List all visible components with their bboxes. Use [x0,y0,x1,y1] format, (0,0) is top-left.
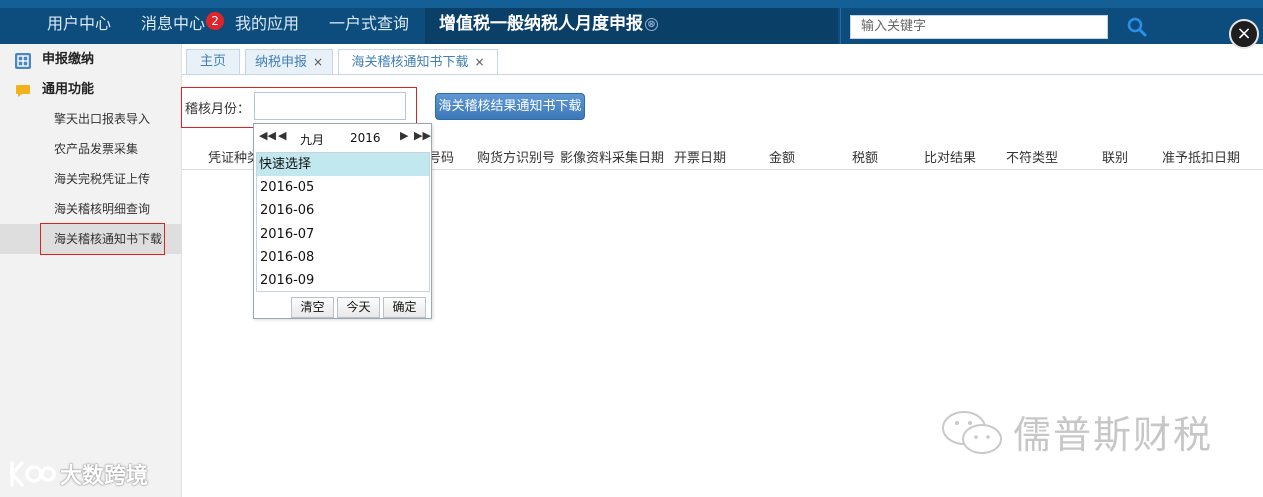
picker-today-button[interactable]: 今天 [337,297,380,318]
chat-bubble-icon [16,85,30,97]
window-close-button[interactable]: × [1229,19,1259,49]
quick-option[interactable]: 2016-06 [257,199,429,222]
nav-one-stop-query[interactable]: 一户式查询 [329,8,409,44]
nav-message-center-label: 消息中心 [141,14,206,33]
nav-my-apps-label: 我的应用 [235,14,300,33]
search-icon[interactable] [1127,17,1147,37]
nav-active-tab-label: 增值税一般纳税人月度申报 [439,14,643,34]
nav-divider [840,8,841,44]
column-amount: 金额 [769,151,796,166]
search-input[interactable]: 输入关键字 [850,15,1108,39]
brand-watermark-right: 儒普斯财税 [1013,413,1214,457]
tab-customs-notice-label: 海关稽核通知书下载 [351,55,469,70]
sidebar-item-qingtian-import[interactable]: 擎天出口报表导入 [0,104,182,134]
column-image-date: 影像资料采集日期 [560,151,665,166]
sidebar-item-agri-invoice[interactable]: 农产品发票采集 [0,134,182,164]
tab-customs-notice-download[interactable]: 海关稽核通知书下载 × [338,49,498,75]
active-item-highlight-box [40,223,165,255]
tab-close-icon[interactable]: × [313,55,323,69]
sidebar-group-common[interactable]: 通用功能 [0,76,182,104]
picker-year-label[interactable]: 2016 [350,131,381,145]
wechat-watermark-icon [942,411,1002,454]
column-copy-type: 联别 [1102,151,1129,166]
quick-option[interactable]: 2016-07 [257,223,429,246]
top-navigation-bar: 用户中心 消息中心 2 我的应用 一户式查询 增值税一般纳税人月度申报 ⊗ 输入关键… [0,0,1263,44]
column-invoice-date: 开票日期 [674,151,727,166]
next-year-button[interactable]: ▶▶ [414,129,431,142]
quick-select-header: 快速选择 [257,153,429,176]
audit-month-label: 稽核月份： [185,102,251,117]
month-picker-popup: ◀◀ ◀ 九月 2016 ▶ ▶▶ 快速选择 2016-05 2016-06 2… [253,123,432,319]
brand-watermark-left: 大数跨境 [60,464,149,489]
next-month-button[interactable]: ▶ [400,129,408,142]
tab-home[interactable]: 主页 [186,49,240,74]
quick-option[interactable]: 2016-05 [257,176,429,199]
message-count-badge: 2 [206,12,225,30]
sidebar: 申报缴纳 通用功能 擎天出口报表导入 农产品发票采集 海关完税凭证上传 海关稽核… [0,44,182,497]
tab-close-icon[interactable]: × [474,55,484,69]
prev-year-button[interactable]: ◀◀ [259,129,276,142]
tab-underline [182,74,1263,75]
nav-user-center[interactable]: 用户中心 [47,8,111,44]
tab-tax-declaration[interactable]: 纳税申报 × [245,49,333,74]
audit-month-input[interactable] [254,92,406,120]
quick-option[interactable]: 2016-09 [257,269,429,292]
sidebar-item-customs-detail-query[interactable]: 海关稽核明细查询 [0,194,182,224]
column-deduction-date: 准予抵扣日期 [1162,151,1241,166]
sidebar-item-customs-voucher-upload[interactable]: 海关完税凭证上传 [0,164,182,194]
nav-user-center-label: 用户中心 [47,14,112,33]
tab-tax-declaration-label: 纳税申报 [254,55,307,70]
download-audit-notice-button[interactable]: 海关稽核结果通知书下载 [435,93,585,120]
picker-clear-button[interactable]: 清空 [291,297,334,318]
nav-my-apps[interactable]: 我的应用 [235,8,299,44]
nav-active-vat-declaration[interactable]: 增值税一般纳税人月度申报 ⊗ [425,8,838,44]
picker-confirm-button[interactable]: 确定 [383,297,426,318]
column-compare-result: 比对结果 [924,151,977,166]
sidebar-group-common-label: 通用功能 [42,82,95,97]
quick-select-list: 快速选择 2016-05 2016-06 2016-07 2016-08 201… [256,152,430,292]
tab-home-label: 主页 [199,54,226,69]
column-mismatch-type: 不符类型 [1006,151,1059,166]
column-buyer-id: 购货方识别号 [477,151,556,166]
picker-month-label[interactable]: 九月 [300,131,324,148]
nav-one-stop-query-label: 一户式查询 [329,14,410,33]
quick-option[interactable]: 2016-08 [257,246,429,269]
sidebar-group-declaration-label: 申报缴纳 [42,52,95,67]
declaration-grid-icon [15,53,31,69]
prev-month-button[interactable]: ◀ [278,129,286,142]
nav-message-center[interactable]: 消息中心 2 [141,8,225,44]
brand-watermark-logo-icon [10,461,56,487]
sidebar-group-declaration[interactable]: 申报缴纳 [0,46,182,74]
nav-tab-close-icon[interactable]: ⊗ [645,17,658,31]
column-tax: 税额 [852,151,879,166]
